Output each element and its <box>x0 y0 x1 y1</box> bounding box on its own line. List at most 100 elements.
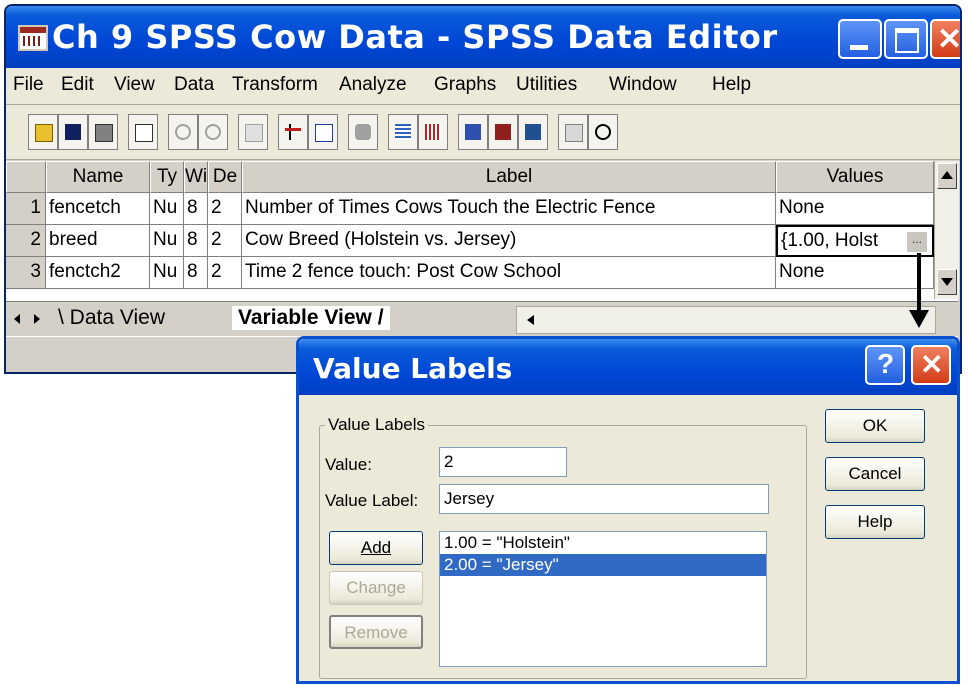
undo-button[interactable] <box>168 114 198 150</box>
scale-icon <box>495 124 511 140</box>
menu-help[interactable]: Help <box>712 74 751 96</box>
add-button-label: Add <box>360 538 392 557</box>
value-field-label: Value: <box>325 455 372 474</box>
insert-case-button[interactable] <box>388 114 418 150</box>
find-button[interactable] <box>348 114 378 150</box>
column-header-width[interactable]: Wi <box>184 161 208 193</box>
goto-case-button[interactable] <box>278 114 308 150</box>
cell-type[interactable]: Nu <box>150 193 184 225</box>
menu-edit[interactable]: Edit <box>61 74 94 96</box>
value-input[interactable]: 2 <box>439 447 567 477</box>
close-button[interactable]: ✕ <box>930 19 960 59</box>
split-file-icon <box>465 124 481 140</box>
cell-label[interactable]: Cow Breed (Holstein vs. Jersey) <box>242 225 776 257</box>
insert-variable-icon <box>425 124 441 140</box>
main-titlebar[interactable]: Ch 9 SPSS Cow Data - SPSS Data Editor ✕ <box>6 6 960 68</box>
cell-values[interactable]: None <box>776 193 934 225</box>
column-header-values[interactable]: Values <box>776 161 934 193</box>
cell-decimals[interactable]: 2 <box>208 257 242 289</box>
cell-name[interactable]: fenctch2 <box>46 257 150 289</box>
dialog-titlebar[interactable]: Value Labels ? ✕ <box>299 339 957 395</box>
cell-name[interactable]: fencetch <box>46 193 150 225</box>
list-item-selected[interactable]: 2.00 = "Jersey" <box>440 554 766 576</box>
menu-analyze[interactable]: Analyze <box>339 74 407 96</box>
change-button[interactable]: Change <box>329 571 423 605</box>
open-file-button[interactable] <box>28 114 58 150</box>
cell-decimals[interactable]: 2 <box>208 225 242 257</box>
menu-view[interactable]: View <box>114 74 155 96</box>
scroll-up-button[interactable] <box>937 163 957 189</box>
list-item[interactable]: 1.00 = "Holstein" <box>440 532 766 554</box>
maximize-icon <box>895 28 919 53</box>
help-button[interactable]: Help <box>825 505 925 539</box>
cell-label[interactable]: Time 2 fence touch: Post Cow School <box>242 257 776 289</box>
menu-data[interactable]: Data <box>174 74 214 96</box>
tab-scroll-left-icon[interactable] <box>14 314 20 324</box>
cell-values-active[interactable]: {1.00, Holst ... <box>776 225 934 257</box>
row-number[interactable]: 1 <box>6 193 46 225</box>
minimize-icon <box>850 45 868 50</box>
tab-variable-view[interactable]: Variable View / <box>232 306 390 330</box>
column-header-label[interactable]: Label <box>242 161 776 193</box>
cell-width[interactable]: 8 <box>184 193 208 225</box>
maximize-button[interactable] <box>884 19 928 59</box>
sheet-tab-strip: \ Data View Variable View / <box>6 301 958 336</box>
horizontal-scrollbar[interactable] <box>516 306 936 334</box>
dialog-help-button[interactable]: ? <box>865 345 905 385</box>
dialog-recall-button[interactable] <box>128 114 158 150</box>
row-number[interactable]: 2 <box>6 225 46 257</box>
use-sets-button[interactable] <box>588 114 618 150</box>
vertical-scrollbar[interactable] <box>934 161 959 299</box>
connector-arrow <box>917 253 921 313</box>
redo-button[interactable] <box>198 114 228 150</box>
value-labels-list[interactable]: 1.00 = "Holstein" 2.00 = "Jersey" <box>439 531 767 667</box>
binoculars-icon <box>355 124 371 140</box>
dialog-close-button[interactable]: ✕ <box>911 345 951 385</box>
redo-icon <box>205 124 221 140</box>
column-header-decimals[interactable]: De <box>208 161 242 193</box>
tab-data-view[interactable]: \ Data View <box>58 306 165 330</box>
minimize-button[interactable] <box>838 19 882 59</box>
split-file-button[interactable] <box>458 114 488 150</box>
select-cases-button[interactable] <box>518 114 548 150</box>
cell-type[interactable]: Nu <box>150 257 184 289</box>
dialog-title: Value Labels <box>313 352 513 385</box>
menu-graphs[interactable]: Graphs <box>434 74 496 96</box>
spss-data-editor-window: Ch 9 SPSS Cow Data - SPSS Data Editor ✕ … <box>4 4 962 374</box>
print-button[interactable] <box>88 114 118 150</box>
column-header-type[interactable]: Ty <box>150 161 184 193</box>
goto-chart-button[interactable] <box>238 114 268 150</box>
insert-variable-button[interactable] <box>418 114 448 150</box>
tab-data-view-label: Data View <box>69 306 166 329</box>
remove-button-label: Remove <box>344 623 408 642</box>
ok-button[interactable]: OK <box>825 409 925 443</box>
cell-width[interactable]: 8 <box>184 225 208 257</box>
menu-file[interactable]: File <box>13 74 44 96</box>
cell-values[interactable]: None <box>776 257 934 289</box>
row-number[interactable]: 3 <box>6 257 46 289</box>
cell-type[interactable]: Nu <box>150 225 184 257</box>
print-icon <box>95 124 113 142</box>
value-labels-toggle-button[interactable] <box>558 114 588 150</box>
cell-decimals[interactable]: 2 <box>208 193 242 225</box>
cell-name[interactable]: breed <box>46 225 150 257</box>
values-ellipsis-button[interactable]: ... <box>906 231 928 253</box>
add-button[interactable]: Add <box>329 531 423 565</box>
cell-width[interactable]: 8 <box>184 257 208 289</box>
tab-scroll-right-icon[interactable] <box>34 314 40 324</box>
scroll-down-button[interactable] <box>937 269 957 295</box>
weight-cases-button[interactable] <box>488 114 518 150</box>
grid-corner <box>6 161 46 193</box>
main-window-title: Ch 9 SPSS Cow Data - SPSS Data Editor <box>52 18 778 56</box>
column-header-name[interactable]: Name <box>46 161 150 193</box>
menu-window[interactable]: Window <box>609 74 677 96</box>
menu-utilities[interactable]: Utilities <box>516 74 577 96</box>
cell-label[interactable]: Number of Times Cows Touch the Electric … <box>242 193 776 225</box>
variables-button[interactable] <box>308 114 338 150</box>
remove-button[interactable]: Remove <box>329 615 423 649</box>
value-label-input[interactable]: Jersey <box>439 484 769 514</box>
menu-transform[interactable]: Transform <box>232 74 318 96</box>
cancel-button[interactable]: Cancel <box>825 457 925 491</box>
scroll-left-icon[interactable] <box>527 315 534 325</box>
save-button[interactable] <box>58 114 88 150</box>
